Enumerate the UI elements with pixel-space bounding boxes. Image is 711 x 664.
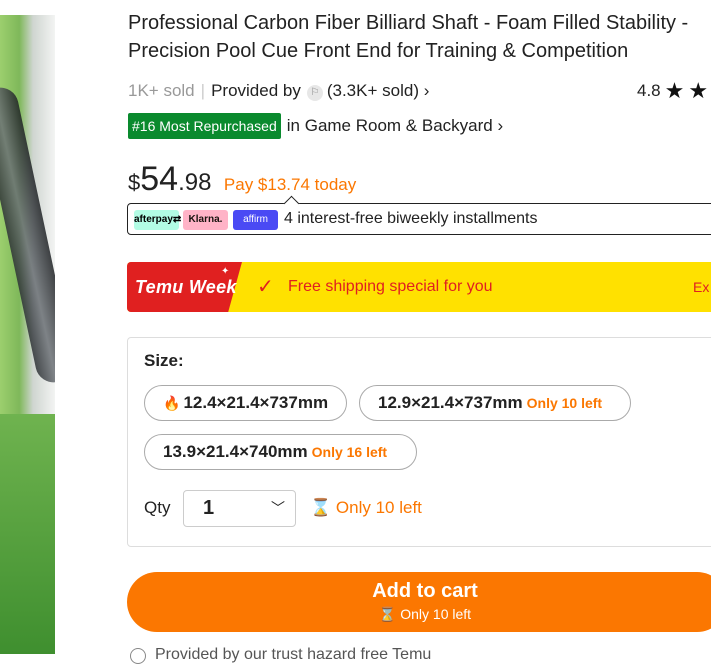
size-label: Size: [144, 351, 184, 370]
cart-stock-text: Only 10 left [400, 606, 472, 622]
size-stock: Only 10 left [526, 395, 603, 411]
sparkle-icon: ✦ [221, 266, 230, 277]
qty-select[interactable]: 1 ﹀ [183, 490, 296, 527]
cart-stock: ⌛ Only 10 left [127, 605, 711, 623]
star-icon: ★ [688, 78, 709, 103]
shield-icon [130, 648, 146, 664]
price-fraction: .98 [178, 169, 212, 196]
size-option[interactable]: 🔥 12.4×21.4×737mm [144, 385, 347, 421]
product-image[interactable] [0, 15, 55, 654]
qty-value: 1 [203, 497, 215, 519]
installments-box[interactable]: afterpay⇄ Klarna. affirm 4 interest-free… [127, 203, 711, 235]
size-option[interactable]: 13.9×21.4×740mm Only 16 left [144, 434, 417, 470]
sold-count: 1K+ sold [128, 81, 195, 100]
fire-icon: 🔥 [163, 395, 181, 411]
pay-today: Pay $13.74 today [223, 175, 357, 194]
store-chevron-icon[interactable]: › [424, 81, 430, 100]
qty-stock-text: Only 10 left [335, 498, 422, 517]
promo-banner[interactable]: Temu Week ✦ ✓ Free shipping special for … [127, 262, 711, 312]
options-panel: Size: 🔥 12.4×21.4×737mm 12.9×21.4×737mm On… [127, 337, 711, 547]
size-option-label: 13.9×21.4×740mm [163, 442, 308, 461]
hourglass-icon: ⌛ [310, 498, 332, 517]
store-icon[interactable]: ⚐ [306, 85, 323, 101]
affirm-logo: affirm [233, 210, 278, 230]
price-currency: $ [128, 170, 141, 195]
size-option[interactable]: 12.9×21.4×737mm Only 10 left [359, 385, 631, 421]
product-title: Professional Carbon Fiber Billiard Shaft… [128, 12, 689, 62]
star-icon: ★ [664, 78, 685, 103]
qty-label: Qty [144, 498, 171, 517]
add-to-cart-label: Add to cart [372, 580, 478, 602]
product-image-shaft [0, 84, 55, 386]
meta-separator: | [200, 81, 206, 100]
footer-text: Provided by our trust hazard free Temu [155, 646, 432, 663]
installments-text: 4 interest-free biweekly installments [284, 210, 538, 227]
qty-stock: ⌛ Only 10 left [310, 498, 422, 518]
chevron-down-icon: ﹀ [271, 500, 285, 516]
provided-by-label[interactable]: Provided by [211, 81, 301, 100]
promo-extra: Ex [693, 279, 710, 295]
repurchase-badge: #16 Most Repurchased [128, 113, 281, 139]
price-row: $54.98 Pay $13.74 today [128, 160, 356, 200]
afterpay-logo: afterpay⇄ [134, 210, 181, 230]
size-stock: Only 16 left [311, 444, 388, 460]
rating[interactable]: 4.8 ★ ★ [637, 80, 708, 102]
rank-category-link[interactable]: in Game Room & Backyard › [287, 116, 503, 135]
size-option-label: 12.4×21.4×737mm [183, 393, 329, 412]
free-shipping-text: Free shipping special for you [288, 278, 493, 295]
product-image-grass [0, 414, 55, 654]
check-icon: ✓ [257, 276, 274, 298]
size-option-label: 12.9×21.4×737mm [378, 393, 523, 412]
add-to-cart-button[interactable]: Add to cart ⌛ Only 10 left [127, 572, 711, 632]
rating-value: 4.8 [637, 81, 661, 100]
product-meta: 1K+ sold | Provided by ⚐ (3.3K+ sold) › 4.8 ★… [128, 80, 711, 102]
price-whole: 54 [140, 160, 179, 198]
store-sold-count[interactable]: (3.3K+ sold) [327, 81, 419, 100]
klarna-logo: Klarna. [183, 210, 228, 230]
hourglass-icon: ⌛ [378, 606, 397, 622]
rank-row[interactable]: #16 Most Repurchased in Game Room & Backy… [128, 113, 503, 139]
